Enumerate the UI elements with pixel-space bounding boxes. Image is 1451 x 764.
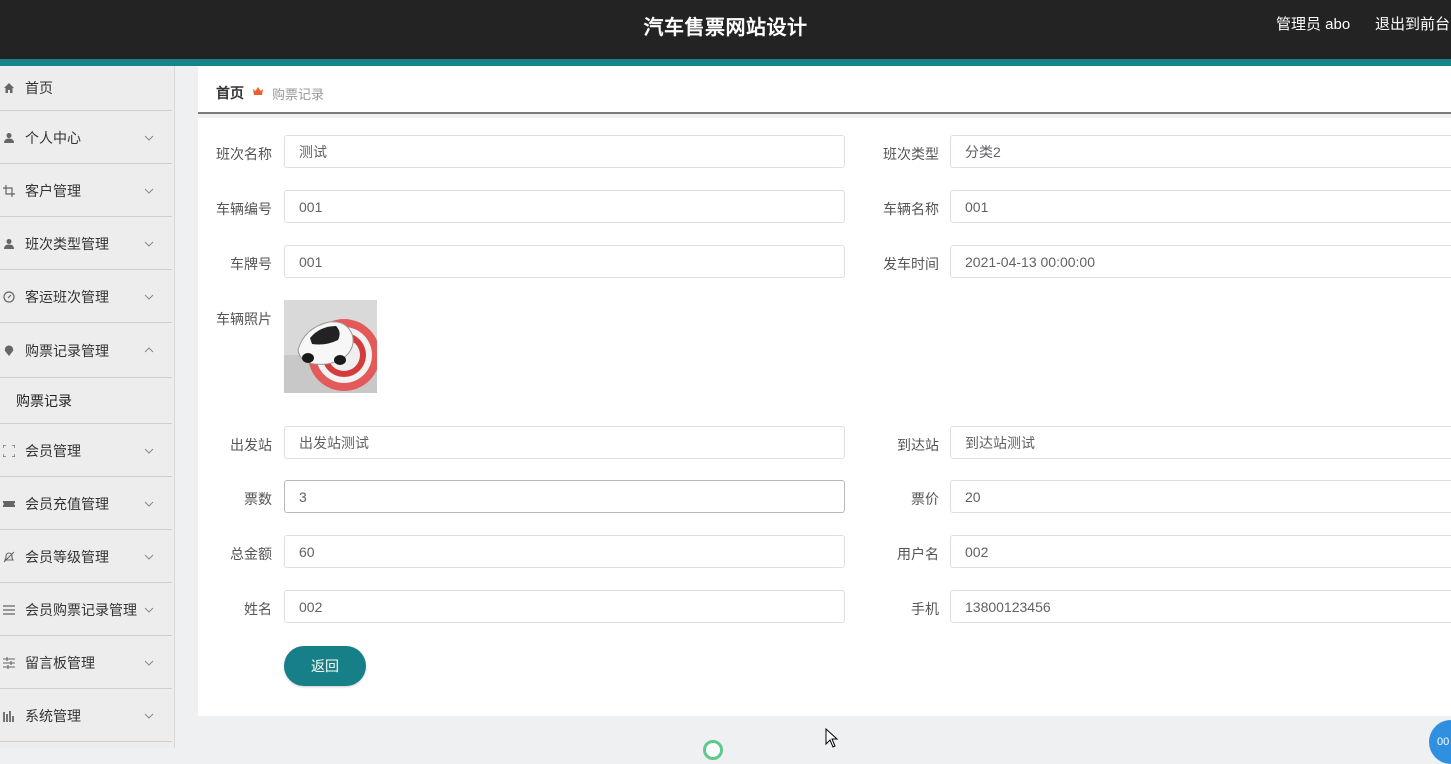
sidebar-item-bus-schedule[interactable]: 客运班次管理 [0, 271, 172, 323]
phone-label: 手机 [911, 601, 939, 617]
home-icon [3, 82, 15, 94]
photo-label: 车辆照片 [216, 311, 272, 327]
back-button[interactable]: 返回 [284, 646, 366, 686]
crown-icon [252, 84, 264, 96]
class-type-label: 班次类型 [883, 146, 939, 162]
chevron-down-icon [144, 549, 154, 560]
detail-form: 班次名称 班次类型 车辆编号 车辆名称 车牌号 发车时间 车辆照片 出发站 到达… [198, 118, 1451, 716]
loading-indicator [703, 740, 723, 760]
username-label: 用户名 [897, 546, 939, 562]
sidebar-item-label: 会员购票记录管理 [25, 601, 137, 618]
sidebar-item-ticket-records-mgmt[interactable]: 购票记录管理 [0, 324, 172, 378]
name-label: 姓名 [244, 601, 272, 617]
name-input[interactable] [284, 590, 845, 623]
chevron-down-icon [144, 708, 154, 719]
chart-icon [3, 710, 15, 722]
sidebar-item-label: 个人中心 [25, 129, 81, 146]
top-header: 汽车售票网站设计 管理员 abo 退出到前台 [0, 0, 1451, 59]
price-label: 票价 [911, 491, 939, 507]
chevron-down-icon [144, 496, 154, 507]
chevron-down-icon [144, 443, 154, 454]
sidebar-item-label: 系统管理 [25, 707, 81, 724]
plate-input[interactable] [284, 245, 845, 278]
tickets-input[interactable] [284, 480, 845, 513]
sidebar-item-member-ticket-records[interactable]: 会员购票记录管理 [0, 584, 172, 636]
sidebar-item-customer[interactable]: 客户管理 [0, 165, 172, 217]
bell-off-icon [3, 551, 15, 563]
admin-label: 管理员 abo [1276, 16, 1351, 33]
sidebar-item-member[interactable]: 会员管理 [0, 425, 172, 477]
sidebar-item-label: 客运班次管理 [25, 288, 109, 305]
username-input[interactable] [950, 535, 1451, 568]
fullscreen-icon [3, 444, 15, 457]
chevron-down-icon [144, 602, 154, 613]
depart-time-input[interactable] [950, 245, 1451, 278]
site-title: 汽车售票网站设计 [643, 17, 808, 39]
breadcrumb: 首页 购票记录 [198, 66, 1451, 114]
to-station-input[interactable] [950, 426, 1451, 459]
tickets-label: 票数 [244, 491, 272, 507]
sidebar-item-class-type[interactable]: 班次类型管理 [0, 218, 172, 270]
user-icon [3, 238, 15, 250]
chevron-up-icon [144, 342, 154, 353]
depart-time-label: 发车时间 [883, 256, 939, 272]
car-image [284, 300, 377, 393]
sidebar-item-message-board[interactable]: 留言板管理 [0, 637, 172, 689]
sidebar-item-member-level[interactable]: 会员等级管理 [0, 531, 172, 583]
sidebar-item-label: 会员管理 [25, 442, 81, 459]
sidebar-item-personal-center[interactable]: 个人中心 [0, 112, 172, 164]
plate-label: 车牌号 [230, 256, 272, 272]
crop-icon [3, 184, 15, 197]
pin-icon [3, 345, 15, 357]
sidebar-item-system[interactable]: 系统管理 [0, 690, 172, 742]
sidebar-item-member-recharge[interactable]: 会员充值管理 [0, 478, 172, 530]
sidebar-item-label: 留言板管理 [25, 654, 95, 671]
chevron-down-icon [144, 183, 154, 194]
vehicle-no-input[interactable] [284, 190, 845, 223]
vehicle-name-input[interactable] [950, 190, 1451, 223]
sliders-icon [3, 656, 15, 669]
class-name-input[interactable] [284, 135, 845, 168]
chevron-down-icon [144, 655, 154, 666]
sidebar-item-label: 购票记录管理 [25, 342, 109, 359]
sidebar-item-label: 会员充值管理 [25, 495, 109, 512]
chevron-down-icon [144, 236, 154, 247]
from-station-input[interactable] [284, 426, 845, 459]
price-input[interactable] [950, 480, 1451, 513]
compass-icon [3, 290, 15, 303]
sidebar-item-label: 首页 [25, 80, 53, 96]
breadcrumb-current: 购票记录 [272, 87, 325, 102]
sidebar-item-home[interactable]: 首页 [0, 66, 172, 111]
vehicle-name-label: 车辆名称 [883, 201, 939, 217]
to-station-label: 到达站 [897, 437, 939, 453]
breadcrumb-home[interactable]: 首页 [216, 83, 244, 103]
from-station-label: 出发站 [230, 437, 272, 453]
sidebar-item-label: 客户管理 [25, 182, 81, 199]
header-accent-bar [0, 59, 1451, 66]
sidebar-item-label: 会员等级管理 [25, 548, 109, 565]
vehicle-photo[interactable] [284, 300, 377, 393]
sidebar-subitem-ticket-records[interactable]: 购票记录 [0, 378, 172, 424]
exit-to-frontend-link[interactable]: 退出到前台 [1375, 13, 1450, 34]
ticket-icon [3, 498, 15, 510]
sidebar-item-label: 班次类型管理 [25, 235, 109, 252]
chevron-down-icon [144, 289, 154, 300]
total-label: 总金额 [230, 546, 272, 562]
sidebar: 首页 个人中心 客户管理 班次类型管理 客运班次管理 购票记录管理 购票记录 会… [0, 66, 175, 748]
class-type-input[interactable] [950, 135, 1451, 168]
user-icon [3, 132, 15, 144]
mouse-cursor-icon [825, 728, 839, 748]
chevron-down-icon [144, 130, 154, 141]
phone-input[interactable] [950, 590, 1451, 623]
class-name-label: 班次名称 [216, 146, 272, 162]
list-icon [3, 604, 15, 616]
total-input[interactable] [284, 535, 845, 568]
vehicle-no-label: 车辆编号 [216, 201, 272, 217]
float-badge[interactable]: 00 [1429, 720, 1451, 764]
